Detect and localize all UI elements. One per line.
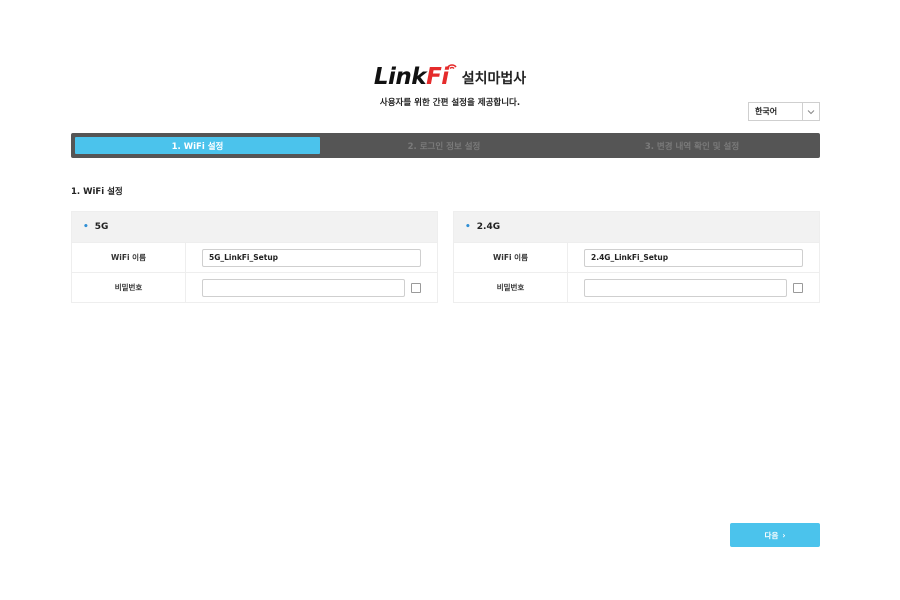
bullet-icon: •	[83, 222, 89, 232]
ssid-input-2-4g[interactable]	[584, 248, 803, 267]
panel-5g-title: 5G	[94, 222, 109, 232]
wifi-signal-icon	[447, 64, 457, 70]
show-password-checkbox-2-4g[interactable]	[793, 282, 803, 293]
wizard-steps: 1. WiFi 설정 2. 로그인 정보 설정 3. 변경 내역 확인 및 설정	[71, 133, 820, 158]
panel-5g: • 5G WiFi 이름 비밀번호	[71, 211, 438, 303]
show-password-checkbox-5g[interactable]	[411, 282, 421, 293]
language-select[interactable]: 한국어	[748, 102, 820, 121]
section-title: 1. WiFi 설정	[71, 187, 123, 197]
bullet-icon: •	[465, 222, 471, 232]
password-field-wrap-5g	[186, 278, 437, 297]
ssid-input-5g[interactable]	[202, 248, 421, 267]
next-button-label: 다음	[764, 530, 779, 540]
panel-5g-header: • 5G	[72, 212, 437, 242]
step-review-apply: 3. 변경 내역 확인 및 설정	[644, 141, 740, 152]
logo-row: LinkFi 설치마법사	[0, 64, 900, 90]
password-label-2-4g: 비밀번호	[454, 273, 568, 302]
logo-text-link: Link	[373, 64, 427, 90]
panel-2-4g-title: 2.4G	[476, 222, 501, 232]
step-wifi-settings: 1. WiFi 설정	[75, 137, 320, 154]
password-row-2-4g: 비밀번호	[454, 272, 819, 302]
panel-2-4g-header: • 2.4G	[454, 212, 819, 242]
step-login-info: 2. 로그인 정보 설정	[407, 141, 481, 152]
chevron-down-icon[interactable]	[802, 103, 819, 120]
password-input-2-4g[interactable]	[584, 278, 787, 297]
panel-2-4g: • 2.4G WiFi 이름 비밀번호	[453, 211, 820, 303]
password-label-5g: 비밀번호	[72, 273, 186, 302]
wizard-name: 설치마법사	[461, 71, 527, 87]
linkfi-logo: LinkFi	[373, 64, 457, 90]
ssid-row-2-4g: WiFi 이름	[454, 242, 819, 272]
password-row-5g: 비밀번호	[72, 272, 437, 302]
ssid-field-wrap-2-4g	[568, 248, 819, 267]
next-button[interactable]: 다음 ›	[730, 523, 820, 547]
ssid-row-5g: WiFi 이름	[72, 242, 437, 272]
ssid-label-2-4g: WiFi 이름	[454, 243, 568, 272]
chevron-right-icon: ›	[782, 530, 786, 540]
password-input-5g[interactable]	[202, 278, 405, 297]
ssid-label-5g: WiFi 이름	[72, 243, 186, 272]
password-field-wrap-2-4g	[568, 278, 819, 297]
language-selected-value: 한국어	[755, 107, 778, 116]
ssid-field-wrap-5g	[186, 248, 437, 267]
